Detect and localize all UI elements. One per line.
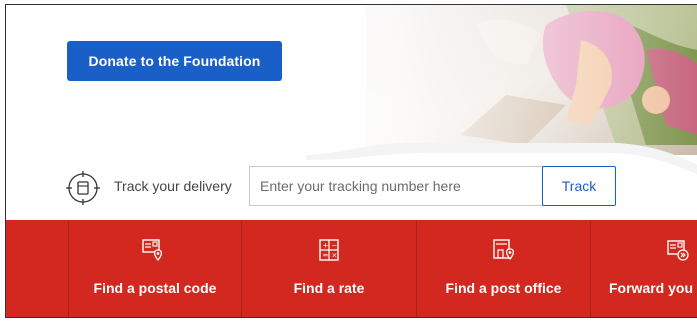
svg-text:=: = [323,252,329,260]
quick-link-label: Find a post office [445,280,562,296]
track-delivery-bar: Track your delivery Track [6,166,697,210]
calculator-icon: + − = × [318,238,340,262]
page-frame: Donate to the Foundation Track your deli… [5,4,697,318]
svg-text:×: × [332,252,338,260]
post-office-icon [493,238,515,262]
track-button[interactable]: Track [542,166,616,206]
svg-text:+: + [323,242,329,250]
postal-code-icon [142,238,164,262]
donate-button[interactable]: Donate to the Foundation [67,41,282,81]
svg-text:−: − [332,242,338,250]
tracking-target-icon [66,171,100,205]
quick-link-label: Forward you [609,280,694,296]
quick-link-label: Find a rate [293,280,365,296]
quick-link-find-postal-code[interactable]: Find a postal code [68,220,241,317]
track-delivery-label: Track your delivery [114,178,232,194]
quick-link-forward-mail[interactable]: Forward you [590,220,697,317]
forward-mail-icon [667,238,689,262]
quick-link-find-rate[interactable]: + − = × Find a rate [241,220,416,317]
quick-link-label: Find a postal code [93,280,217,296]
quick-links-bar: Find a postal code + − = × Find a rate F… [6,220,697,317]
quick-link-find-post-office[interactable]: Find a post office [416,220,590,317]
tracking-number-input[interactable] [249,166,543,206]
